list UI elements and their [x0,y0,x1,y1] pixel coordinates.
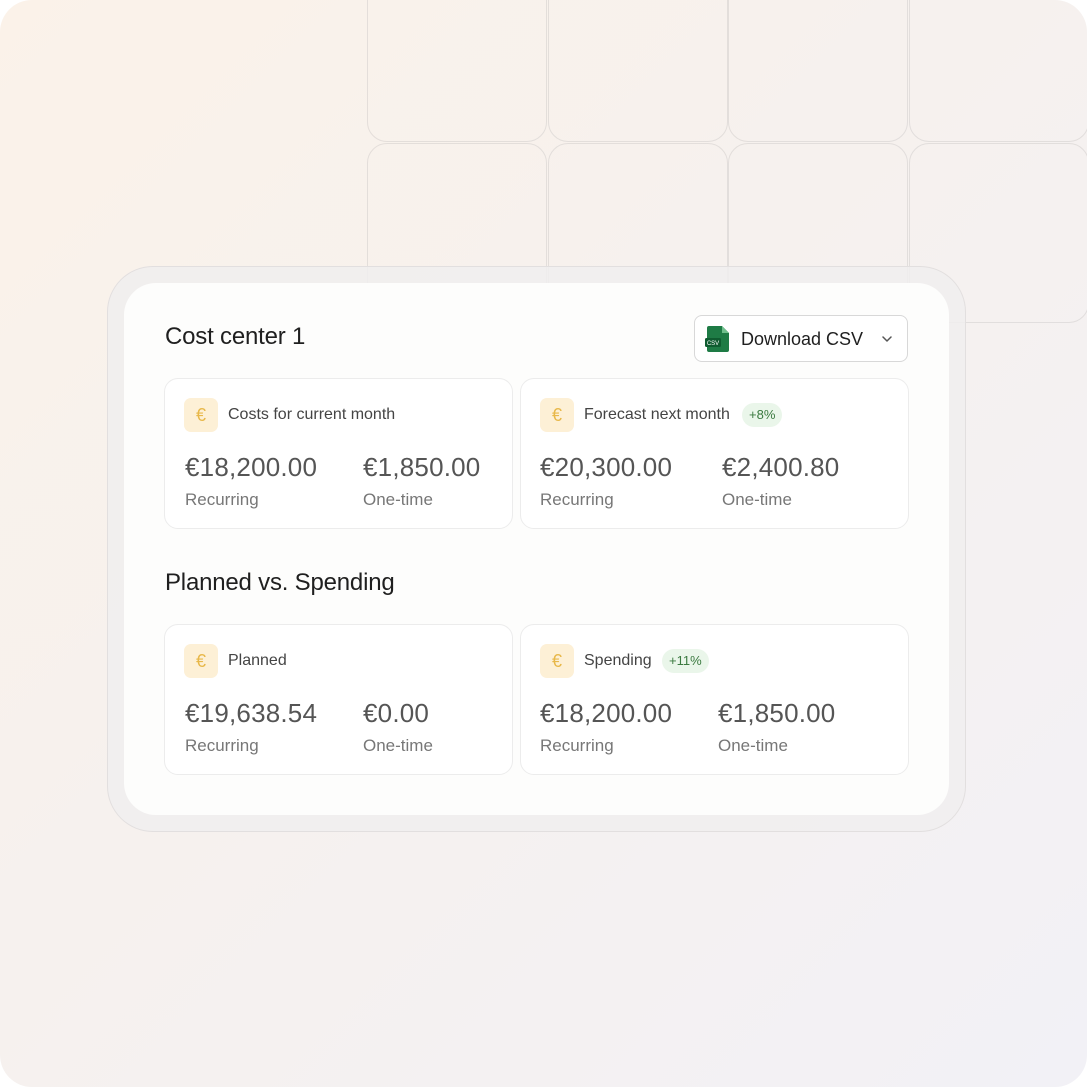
onetime-label: One-time [722,490,792,509]
csv-file-icon: CSV [705,326,729,352]
onetime-amount: €0.00 [363,698,430,728]
recurring-label: Recurring [185,736,259,755]
grid-tile [909,0,1087,142]
onetime-label: One-time [363,490,433,509]
onetime-amount: €2,400.80 [722,452,840,482]
cost-center-panel: Cost center 1 CSV Download CSV € Costs f… [124,283,949,815]
card-label: Costs for current month [228,406,396,423]
svg-text:CSV: CSV [707,341,719,347]
section-title: Planned vs. Spending [165,569,395,596]
planned-card: € Planned €19,638.54 Recurring €0.00 One… [164,624,513,775]
costs-current-month-card: € Costs for current month €18,200.00 Rec… [164,378,513,529]
recurring-amount: €19,638.54 [185,698,318,728]
euro-icon: € [184,644,218,678]
change-badge: +8% [742,403,783,427]
recurring-label: Recurring [185,490,259,509]
card-label: Spending [584,652,652,669]
grid-tile [367,0,547,142]
download-csv-button[interactable]: CSV Download CSV [694,315,908,362]
euro-icon: € [540,398,574,432]
spending-card: € Spending +11% €18,200.00 Recurring €1,… [520,624,909,775]
change-badge: +11% [662,649,709,673]
grid-tile [728,0,908,142]
recurring-label: Recurring [540,490,614,509]
card-label: Forecast next month [584,406,730,423]
recurring-label: Recurring [540,736,614,755]
page-title: Cost center 1 [165,323,306,350]
recurring-amount: €20,300.00 [540,452,673,482]
onetime-label: One-time [718,736,788,755]
grid-tile [548,0,728,142]
onetime-amount: €1,850.00 [718,698,836,728]
euro-icon: € [540,644,574,678]
recurring-amount: €18,200.00 [185,452,318,482]
onetime-amount: €1,850.00 [363,452,481,482]
chevron-down-icon[interactable] [881,333,893,345]
onetime-label: One-time [363,736,433,755]
background-canvas: Cost center 1 CSV Download CSV € Costs f… [0,0,1087,1087]
euro-icon: € [184,398,218,432]
forecast-next-month-card: € Forecast next month +8% €20,300.00 Rec… [520,378,909,529]
card-label: Planned [228,652,287,669]
recurring-amount: €18,200.00 [540,698,673,728]
download-csv-label: Download CSV [741,329,864,349]
